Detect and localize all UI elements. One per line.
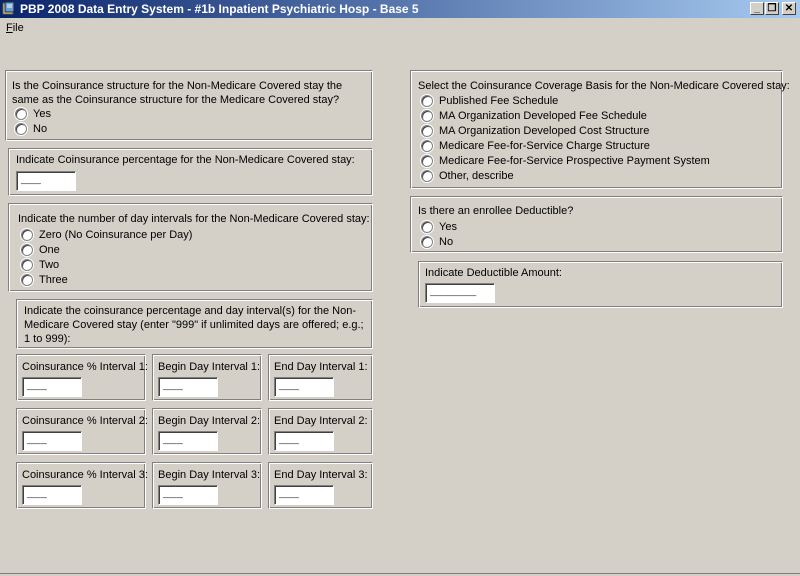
close-button[interactable]: ✕ [782,2,796,15]
coverage-published-fee-label: Published Fee Schedule [439,95,559,107]
begin-day-interval-3-input[interactable]: ___ [158,485,218,505]
coinsurance-interval-1-input[interactable]: ___ [22,377,82,397]
end-day-interval-3-group: End Day Interval 3: ___ [268,462,373,509]
structure-same-group: Is the Coinsurance structure for the Non… [5,70,373,141]
structure-same-no-radio[interactable] [15,123,27,135]
coinsurance-interval-1-group: Coinsurance % Interval 1: ___ [16,354,148,401]
minimize-button[interactable]: _ [750,2,764,15]
coverage-basis-group: Select the Coinsurance Coverage Basis fo… [410,70,790,189]
coverage-other-radio[interactable] [421,170,433,182]
structure-same-yes-radio[interactable] [15,108,27,120]
end-day-interval-1-input[interactable]: ___ [274,377,334,397]
coinsurance-interval-2-label: Coinsurance % Interval 2: [22,415,148,427]
structure-same-question: Is the Coinsurance structure for the Non… [12,80,343,106]
end-day-interval-2-label: End Day Interval 2: [274,415,368,427]
window-title: PBP 2008 Data Entry System - #1b Inpatie… [20,2,419,16]
day-intervals-three-label: Three [39,274,68,286]
deductible-question: Is there an enrollee Deductible? [418,205,574,217]
end-day-interval-3-label: End Day Interval 3: [274,469,368,481]
coverage-other-label: Other, describe [439,170,514,182]
day-intervals-zero-label: Zero (No Coinsurance per Day) [39,229,193,241]
day-intervals-three-radio[interactable] [21,274,33,286]
begin-day-interval-2-input[interactable]: ___ [158,431,218,451]
coinsurance-interval-2-group: Coinsurance % Interval 2: ___ [16,408,148,455]
day-intervals-two-label: Two [39,259,60,271]
intervals-instruction: Indicate the coinsurance percentage and … [24,305,364,345]
app-icon [2,1,15,15]
day-intervals-one-radio[interactable] [21,244,33,256]
deductible-amount-group: Indicate Deductible Amount: _______ [418,261,783,308]
begin-day-interval-2-group: Begin Day Interval 2: ___ [152,408,262,455]
menu-file[interactable]: File [6,22,24,34]
coinsurance-interval-2-input[interactable]: ___ [22,431,82,451]
coinsurance-pct-label: Indicate Coinsurance percentage for the … [16,154,355,166]
deductible-amount-label: Indicate Deductible Amount: [425,267,562,279]
coinsurance-interval-3-group: Coinsurance % Interval 3: ___ [16,462,148,509]
day-intervals-group: Indicate the number of day intervals for… [8,203,373,292]
deductible-no-label: No [439,236,454,248]
coinsurance-interval-3-label: Coinsurance % Interval 3: [22,469,148,481]
coverage-ma-cost-structure-label: MA Organization Developed Cost Structure [439,125,650,137]
begin-day-interval-3-label: Begin Day Interval 3: [158,469,261,481]
coinsurance-interval-1-label: Coinsurance % Interval 1: [22,361,148,373]
day-intervals-one-label: One [39,244,60,256]
menu-bar: File [0,19,800,37]
begin-day-interval-1-input[interactable]: ___ [158,377,218,397]
begin-day-interval-1-group: Begin Day Interval 1: ___ [152,354,262,401]
deductible-amount-input[interactable]: _______ [425,283,495,303]
end-day-interval-1-group: End Day Interval 1: ___ [268,354,373,401]
end-day-interval-2-group: End Day Interval 2: ___ [268,408,373,455]
coverage-basis-label: Select the Coinsurance Coverage Basis fo… [418,80,790,92]
day-intervals-label: Indicate the number of day intervals for… [18,213,370,225]
coverage-ffs-pps-label: Medicare Fee-for-Service Prospective Pay… [439,155,710,167]
coverage-published-fee-radio[interactable] [421,95,433,107]
bottom-edge [0,573,800,574]
deductible-no-radio[interactable] [421,236,433,248]
coverage-ffs-charge-radio[interactable] [421,140,433,152]
coinsurance-interval-3-input[interactable]: ___ [22,485,82,505]
begin-day-interval-1-label: Begin Day Interval 1: [158,361,261,373]
title-bar: PBP 2008 Data Entry System - #1b Inpatie… [0,0,800,18]
coinsurance-pct-group: Indicate Coinsurance percentage for the … [8,148,373,196]
structure-same-yes-label: Yes [33,108,51,120]
coverage-ma-cost-structure-radio[interactable] [421,125,433,137]
menu-file-mnemonic: F [6,22,13,34]
begin-day-interval-3-group: Begin Day Interval 3: ___ [152,462,262,509]
coverage-ffs-charge-label: Medicare Fee-for-Service Charge Structur… [439,140,650,152]
end-day-interval-1-label: End Day Interval 1: [274,361,368,373]
structure-same-no-label: No [33,123,48,135]
coinsurance-pct-input[interactable]: ___ [16,171,76,191]
day-intervals-zero-radio[interactable] [21,229,33,241]
end-day-interval-3-input[interactable]: ___ [274,485,334,505]
intervals-instruction-group: Indicate the coinsurance percentage and … [16,299,373,349]
menu-file-label: ile [12,22,24,34]
restore-button[interactable]: ❐ [765,2,779,15]
deductible-group: Is there an enrollee Deductible? Yes No [410,196,783,253]
coverage-ma-fee-schedule-label: MA Organization Developed Fee Schedule [439,110,647,122]
deductible-yes-label: Yes [439,221,457,233]
day-intervals-two-radio[interactable] [21,259,33,271]
coverage-ma-fee-schedule-radio[interactable] [421,110,433,122]
coverage-ffs-pps-radio[interactable] [421,155,433,167]
end-day-interval-2-input[interactable]: ___ [274,431,334,451]
deductible-yes-radio[interactable] [421,221,433,233]
begin-day-interval-2-label: Begin Day Interval 2: [158,415,261,427]
